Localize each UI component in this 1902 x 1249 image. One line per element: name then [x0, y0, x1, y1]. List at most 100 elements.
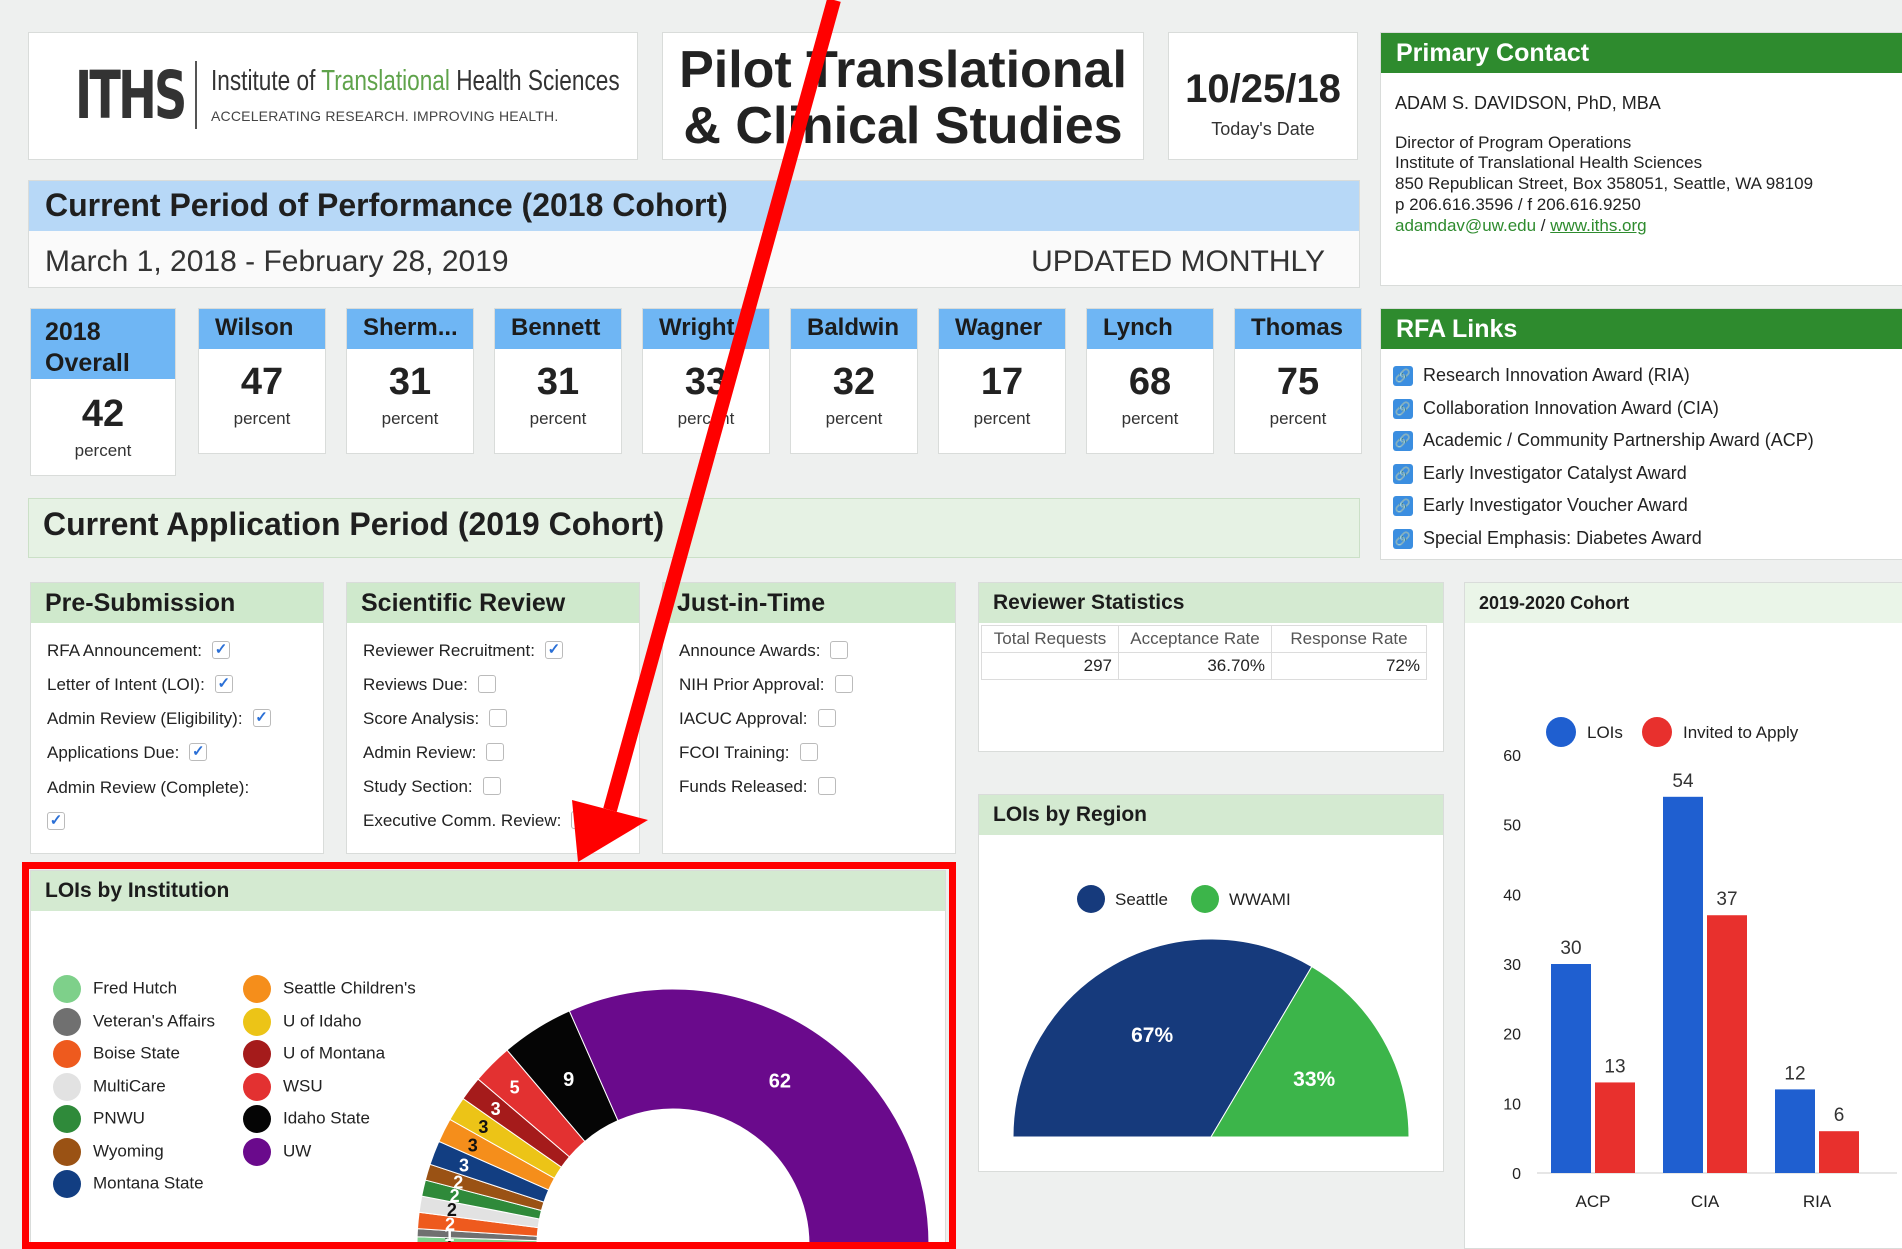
empty-checkbox[interactable] — [817, 708, 836, 727]
empty-checkbox[interactable] — [477, 674, 496, 693]
bar-lois-cia[interactable] — [1663, 796, 1703, 1173]
empty-checkbox[interactable] — [799, 742, 818, 761]
rfa-link-item[interactable]: 🔗 Special Emphasis: Diabetes Award — [1393, 528, 1702, 549]
bar-invited-to-apply-acp[interactable] — [1595, 1082, 1635, 1173]
empty-checkbox[interactable] — [486, 742, 505, 761]
contact-email-link[interactable]: adamdav@uw.edu — [1395, 216, 1536, 235]
rfa-link-label: Early Investigator Catalyst Award — [1423, 462, 1687, 483]
legend-label: LOIs — [1587, 723, 1623, 742]
rfa-link-label: Collaboration Innovation Award (CIA) — [1423, 397, 1719, 418]
rfa-link-item[interactable]: 🔗 Academic / Community Partnership Award … — [1393, 430, 1814, 452]
contact-name: ADAM S. DAVIDSON, PhD, MBA — [1395, 93, 1661, 113]
score-card-wilson: Wilson 47 percent — [198, 308, 326, 454]
just-in-time-panel: Just-in-Time Announce Awards: NIH Prior A… — [662, 582, 956, 854]
contact-links: adamdav@uw.edu / www.iths.org — [1395, 216, 1647, 236]
checklist-item-label: RFA Announcement: — [47, 641, 202, 660]
checked-checkbox[interactable]: ✓ — [212, 640, 230, 659]
checklist-item: Score Analysis: — [363, 708, 508, 729]
performance-dates: March 1, 2018 - February 28, 2019 — [45, 245, 509, 278]
checklist-item-label: Reviewer Recruitment: — [363, 641, 535, 660]
reviewer-stats-table: Total Requests Acceptance Rate Response … — [981, 625, 1427, 680]
logo-name: Institute of Translational Health Scienc… — [211, 65, 620, 98]
legend-label: Seattle — [1115, 890, 1168, 909]
reviewer-stats-row: 297 36.70% 72% — [981, 652, 1427, 680]
bar-data-label: 37 — [1716, 889, 1737, 910]
primary-contact-card: Primary Contact ADAM S. DAVIDSON, PhD, M… — [1380, 32, 1902, 286]
score-card-name: Lynch — [1087, 309, 1213, 349]
checklist-item-label: Admin Review (Eligibility): — [47, 709, 243, 728]
score-card-wagner: Wagner 17 percent — [938, 308, 1066, 454]
bar-data-label: 6 — [1834, 1105, 1845, 1126]
overall-score-unit: percent — [74, 441, 132, 460]
rfa-link-item[interactable]: 🔗 Collaboration Innovation Award (CIA) — [1393, 398, 1719, 419]
checked-checkbox[interactable]: ✓ — [189, 742, 208, 761]
score-card-name: Wilson — [199, 309, 325, 349]
pre-submission-heading: Pre-Submission — [31, 583, 323, 623]
score-card-sherm: Sherm... 31 percent — [346, 308, 474, 454]
checklist-item-label: IACUC Approval: — [679, 709, 808, 728]
response-rate-value: 72% — [1271, 652, 1427, 680]
rfa-links-card: RFA Links 🔗 Research Innovation Award (RI… — [1380, 308, 1902, 560]
checklist-item: Study Section: — [363, 776, 501, 797]
y-tick-label: 10 — [1503, 1096, 1521, 1113]
empty-checkbox[interactable] — [830, 640, 849, 659]
checked-checkbox[interactable]: ✓ — [47, 811, 65, 830]
legend-label: WWAMI — [1229, 890, 1291, 909]
performance-period-card: Current Period of Performance (2018 Coho… — [28, 180, 1360, 288]
lois-by-region-panel: LOIs by Region Seattle WWAMI 67% 33% — [978, 794, 1444, 1172]
checklist-item-label: Letter of Intent (LOI): — [47, 675, 205, 694]
total-requests-value: 297 — [981, 652, 1119, 680]
rfa-link-item[interactable]: 🔗 Early Investigator Voucher Award — [1393, 495, 1688, 517]
y-tick-label: 30 — [1503, 957, 1521, 974]
score-card-bennett: Bennett 31 percent — [494, 308, 622, 454]
checklist-item: FCOI Training: — [679, 742, 818, 763]
contact-phone: p 206.616.3596 / f 206.616.9250 — [1395, 195, 1641, 214]
score-card-name: Bennett — [495, 309, 621, 349]
checked-checkbox[interactable]: ✓ — [252, 708, 271, 727]
legend-label: Invited to Apply — [1683, 723, 1799, 742]
checked-checkbox[interactable]: ✓ — [544, 640, 563, 659]
contact-address: 850 Republican Street, Box 358051, Seatt… — [1395, 174, 1814, 193]
score-card-unit: percent — [677, 409, 735, 428]
link-icon: 🔗 — [1393, 366, 1413, 387]
empty-checkbox[interactable] — [489, 708, 508, 727]
score-card-value: 31 — [536, 361, 580, 403]
date-card: 10/25/18 Today's Date — [1168, 32, 1358, 160]
cohort-heading: 2019-2020 Cohort — [1465, 583, 1902, 623]
score-card-unit: percent — [381, 409, 439, 428]
bar-invited-to-apply-ria[interactable] — [1819, 1131, 1859, 1173]
page-title-line2: & Clinical Studies — [683, 97, 1123, 155]
empty-checkbox[interactable] — [817, 776, 836, 795]
x-tick-label: CIA — [1691, 1192, 1720, 1211]
link-icon: 🔗 — [1393, 496, 1413, 517]
rfa-link-item[interactable]: 🔗 Early Investigator Catalyst Award — [1393, 463, 1687, 484]
bar-lois-ria[interactable] — [1775, 1089, 1815, 1173]
score-card-name: Sherm... — [347, 309, 473, 349]
checked-checkbox[interactable]: ✓ — [214, 674, 233, 693]
link-icon: 🔗 — [1393, 463, 1413, 484]
col-total-requests: Total Requests — [981, 625, 1119, 653]
score-card-name: Thomas — [1235, 309, 1361, 349]
checklist-item: IACUC Approval: — [679, 708, 836, 729]
overall-score-card: 2018 Overall 42 percent — [30, 308, 176, 476]
logo-mark: ITHS — [75, 57, 187, 134]
rfa-link-item[interactable]: 🔗 Research Innovation Award (RIA) — [1393, 365, 1690, 387]
bar-invited-to-apply-cia[interactable] — [1707, 915, 1747, 1173]
score-card-unit: percent — [825, 409, 883, 428]
checklist-item: Applications Due: ✓ — [47, 742, 208, 763]
logo-name-green: Translational — [321, 65, 450, 97]
application-heading: Current Application Period (2019 Cohort) — [28, 498, 1360, 558]
bar-lois-acp[interactable] — [1551, 964, 1591, 1173]
contact-website-link[interactable]: www.iths.org — [1550, 216, 1646, 235]
performance-heading: Current Period of Performance (2018 Coho… — [29, 181, 1359, 231]
empty-checkbox[interactable] — [571, 810, 590, 829]
pie-slice-label: 67% — [1131, 1024, 1173, 1047]
checklist-item-label: FCOI Training: — [679, 743, 790, 762]
y-tick-label: 60 — [1503, 748, 1521, 765]
checklist-item-label: Funds Released: — [679, 777, 808, 796]
empty-checkbox[interactable] — [482, 776, 501, 795]
empty-checkbox[interactable] — [834, 674, 853, 693]
lois-by-region-chart: Seattle WWAMI 67% 33% — [1012, 885, 1410, 1138]
cohort-bar-chart: LOIs Invited to Apply 0 10 20 30 40 50 60 30 13 ACP… — [1503, 717, 1897, 1211]
contact-role: Director of Program Operations — [1395, 133, 1632, 152]
